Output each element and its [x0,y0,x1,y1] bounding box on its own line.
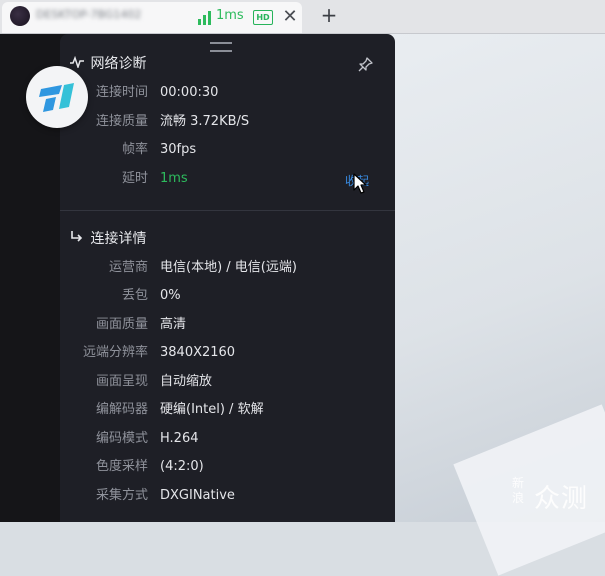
diag-value-connection-time: 00:00:30 [160,85,219,100]
section-divider [60,210,395,211]
detail-label-remote-resolution: 远端分辨率 [82,345,148,360]
detail-row: 画面质量 [60,316,148,334]
signal-bars-icon [198,11,211,25]
close-icon[interactable]: ✕ [280,5,300,29]
detail-row: 编解码器 [60,401,148,419]
tab-title: DESKTOP-7BG1402 [36,8,142,21]
diag-value-fps: 30fps [160,142,197,157]
detail-value-chroma-sampling: (4:2:0) [160,459,204,474]
detail-label-display-mode: 画面呈现 [95,374,148,389]
detail-value-packet-loss: 0% [160,288,181,303]
detail-label-chroma-sampling: 色度采样 [95,459,148,474]
arrow-turn-icon [70,230,86,250]
detail-value-picture-quality: 高清 [160,317,187,332]
detail-row: 远端分辨率 [60,344,148,362]
diag-value-connection-quality: 流畅 3.72KB/S [160,114,250,129]
diag-value-latency: 1ms [160,171,188,186]
detail-row: 编码模式 [60,430,148,448]
detail-value-codec: 硬编(Intel) / 软解 [160,402,264,417]
detail-value-carrier: 电信(本地) / 电信(远端) [160,260,297,275]
diag-row: 帧率 [60,141,148,159]
detail-label-picture-quality: 画面质量 [95,317,148,332]
detail-value-display-mode: 自动缩放 [160,374,213,389]
remote-avatar-icon [10,6,30,26]
detail-row: 采集方式 [60,487,148,505]
new-tab-button[interactable]: + [318,3,340,27]
detail-label-carrier: 运营商 [108,260,148,275]
tab-bar: DESKTOP-7BG1402 1ms HD ✕ + [0,0,605,34]
pin-icon[interactable] [356,56,374,74]
watermark-small-text: 新浪 [512,476,525,505]
details-title: 连接详情 [70,229,146,249]
watermark: 新浪 众测 [512,476,605,516]
watermark-big-text: 众测 [534,484,589,514]
diagnostics-title-text: 网络诊断 [90,56,147,72]
detail-label-encoding-mode: 编码模式 [95,431,148,446]
detail-row: 画面呈现 [60,373,148,391]
hd-badge[interactable]: HD [253,10,273,25]
diag-label-latency: 延时 [121,171,148,186]
detail-value-encoding-mode: H.264 [160,431,199,446]
app-logo-icon [39,83,74,112]
diag-label-connection-quality: 连接质量 [95,114,148,129]
diag-label-connection-time: 连接时间 [95,85,148,100]
details-title-text: 连接详情 [90,231,147,247]
drag-handle[interactable] [210,42,232,52]
diag-row: 延时 [60,170,148,188]
detail-row: 色度采样 [60,458,148,476]
app-logo[interactable] [26,66,88,128]
tab-latency: 1ms [216,8,244,23]
detail-value-remote-resolution: 3840X2160 [160,345,236,360]
network-diagnostics-panel: 网络诊断 连接时间 00:00:30 连接质量 流畅 3.72KB/S 帧率 3… [60,34,395,522]
detail-label-capture-method: 采集方式 [95,488,148,503]
mouse-cursor-icon [353,173,367,194]
diag-label-fps: 帧率 [121,142,148,157]
detail-label-codec: 编解码器 [95,402,148,417]
remote-session-tab[interactable]: DESKTOP-7BG1402 1ms HD ✕ [2,2,302,33]
detail-row: 丢包 [60,287,148,305]
detail-value-capture-method: DXGINative [160,488,235,503]
detail-label-packet-loss: 丢包 [121,288,148,303]
detail-row: 运营商 [60,259,148,277]
